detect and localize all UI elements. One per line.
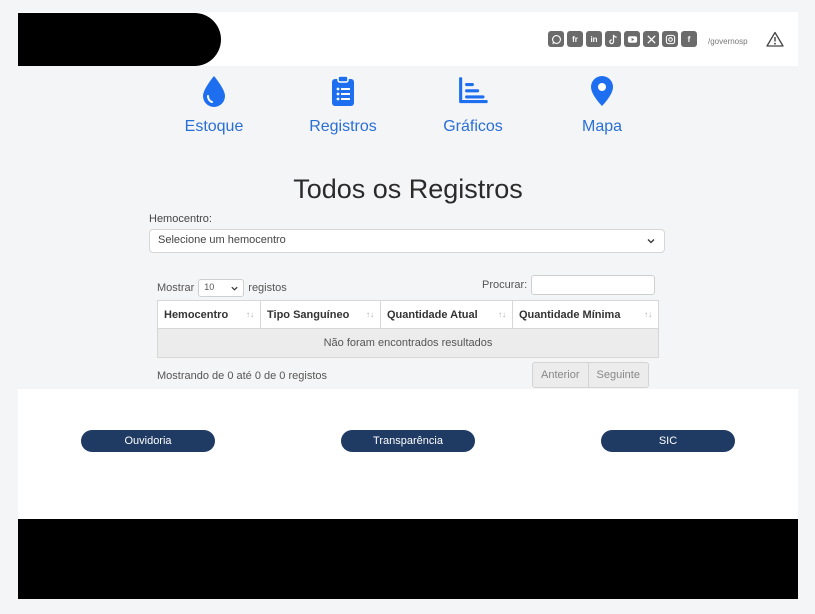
page-length-control: Mostrar 10 registos	[157, 279, 287, 297]
linkedin-icon[interactable]: in	[586, 31, 602, 47]
social-handle: /governosp	[708, 37, 748, 46]
nav-item-registros[interactable]: Registros	[283, 74, 403, 136]
header: fr in f /governosp	[18, 12, 798, 66]
column-header-label: Hemocentro	[164, 308, 229, 321]
page-title: Todos os Registros	[293, 174, 523, 204]
previous-page-button[interactable]: Anterior	[533, 363, 588, 387]
table-info: Mostrando de 0 até 0 de 0 registos	[157, 370, 327, 382]
show-label: Mostrar	[157, 282, 195, 294]
linkedin-label: in	[590, 34, 598, 44]
nav-label: Estoque	[184, 118, 244, 135]
nav-label: Registros	[309, 118, 377, 135]
search-control: Procurar:	[482, 275, 656, 295]
hemocentro-select[interactable]: Selecione um hemocentro	[149, 229, 665, 253]
transparencia-button[interactable]: Transparência	[341, 430, 475, 452]
facebook-icon[interactable]: f	[681, 31, 697, 47]
column-header-hemocentro[interactable]: Hemocentro ↑↓	[157, 300, 261, 329]
bar-chart-icon	[459, 77, 488, 104]
map-pin-icon	[591, 76, 613, 106]
nav-item-estoque[interactable]: Estoque	[154, 74, 274, 136]
tiktok-icon[interactable]	[605, 31, 621, 47]
sort-icon: ↑↓	[498, 310, 506, 319]
flickr-label: fr	[572, 34, 578, 44]
facebook-label: f	[687, 34, 691, 44]
page-length-value: 10	[204, 282, 215, 292]
column-header-tipo-sanguineo[interactable]: Tipo Sanguíneo ↑↓	[260, 300, 381, 329]
column-header-label: Quantidade Atual	[387, 308, 478, 321]
footer-links: Ouvidoria Transparência SIC	[18, 389, 798, 519]
ouvidoria-button[interactable]: Ouvidoria	[81, 430, 215, 452]
nav-label: Mapa	[581, 118, 623, 135]
nav-item-graficos[interactable]: Gráficos	[413, 74, 533, 136]
chevron-down-icon	[647, 239, 655, 244]
page: fr in f /governosp Estoque Registros Grá…	[18, 12, 798, 599]
pagination: Anterior Seguinte	[532, 362, 649, 388]
main-nav: Estoque Registros Gráficos Mapa	[18, 74, 798, 144]
column-header-label: Quantidade Mínima	[519, 308, 621, 321]
column-header-label: Tipo Sanguíneo	[267, 308, 350, 321]
footer	[18, 519, 798, 599]
hemocentro-label: Hemocentro:	[149, 213, 212, 225]
records-table: Hemocentro ↑↓ Tipo Sanguíneo ↑↓ Quantidade…	[157, 300, 659, 358]
flickr-icon[interactable]: fr	[567, 31, 583, 47]
column-header-quantidade-minima[interactable]: Quantidade Mínima ↑↓	[512, 300, 659, 329]
table-header-row: Hemocentro ↑↓ Tipo Sanguíneo ↑↓ Quantidade…	[157, 300, 659, 329]
instagram-icon[interactable]	[662, 31, 678, 47]
next-page-button[interactable]: Seguinte	[587, 363, 648, 387]
column-header-quantidade-atual[interactable]: Quantidade Atual ↑↓	[380, 300, 513, 329]
social-links: fr in f	[548, 31, 697, 47]
whatsapp-icon[interactable]	[548, 31, 564, 47]
nav-label: Gráficos	[443, 118, 503, 135]
table-row: Não foram encontrados resultados	[157, 328, 659, 358]
search-input[interactable]	[531, 275, 656, 295]
x-icon[interactable]	[643, 31, 659, 47]
youtube-icon[interactable]	[624, 31, 640, 47]
hemocentro-select-value: Selecione um hemocentro	[158, 234, 286, 246]
logo[interactable]	[18, 13, 221, 66]
sort-asc-icon: ↑↓	[246, 310, 254, 319]
warning-icon[interactable]	[766, 31, 784, 47]
page-length-select[interactable]: 10	[198, 279, 245, 297]
nav-item-mapa[interactable]: Mapa	[542, 74, 662, 136]
sort-icon: ↑↓	[366, 310, 374, 319]
chevron-down-icon	[231, 286, 238, 291]
drop-icon	[203, 76, 225, 107]
sort-icon: ↑↓	[644, 310, 652, 319]
clipboard-list-icon	[332, 75, 354, 106]
records-label: registos	[248, 282, 287, 294]
sic-button[interactable]: SIC	[601, 430, 735, 452]
empty-table-message: Não foram encontrados resultados	[157, 328, 659, 358]
search-label: Procurar:	[482, 279, 528, 291]
